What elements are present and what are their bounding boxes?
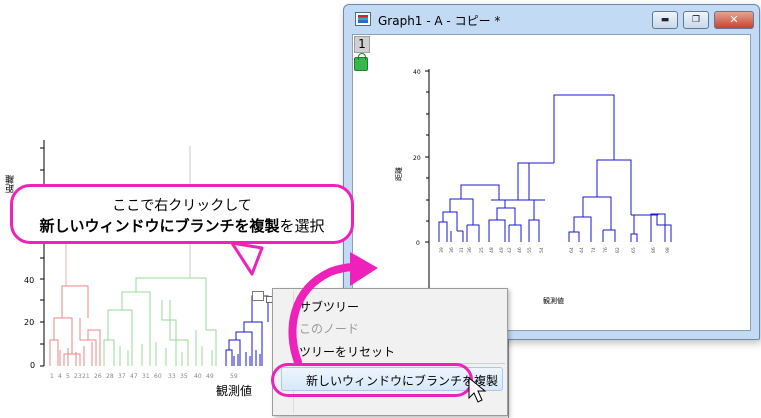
svg-text:42: 42 — [507, 247, 513, 253]
screen: 40 20 0 1 4 5 23 21 26 28 37 47 31 60 33… — [0, 0, 761, 418]
window-titlebar[interactable]: Graph1 - A - コピー * ▬ ❐ ✕ — [344, 5, 759, 32]
graph-page[interactable]: 40 20 0 距離 観測値 39 36 31 36 25 48 49 42 4… — [352, 34, 751, 331]
bg-leaf-labels: 1 4 5 23 21 26 28 37 47 31 60 33 35 40 4… — [50, 373, 238, 380]
svg-text:46: 46 — [517, 247, 523, 253]
svg-text:47: 47 — [130, 373, 138, 380]
graph-x-axis-label: 観測値 — [543, 296, 564, 305]
graph-tick-0: 0 — [416, 240, 420, 247]
window-title: Graph1 - A - コピー * — [378, 14, 501, 28]
svg-text:25: 25 — [479, 247, 485, 253]
svg-text:86: 86 — [651, 247, 657, 253]
menu-highlight-ellipse — [271, 363, 473, 397]
bg-tick-40: 40 — [24, 276, 34, 285]
svg-text:28: 28 — [106, 373, 114, 380]
svg-text:64: 64 — [569, 247, 575, 253]
svg-text:60: 60 — [154, 373, 162, 380]
callout-text-line1: ここで右クリックして — [112, 198, 252, 214]
graph-y-axis-label: 距離 — [394, 167, 403, 181]
menu-item-subtree[interactable]: サブツリー — [299, 298, 359, 315]
svg-text:54: 54 — [539, 247, 545, 253]
svg-text:48: 48 — [489, 247, 495, 253]
svg-text:4: 4 — [58, 373, 62, 380]
graph-leaf-labels: 39 36 31 36 25 48 49 42 46 55 54 64 44 7… — [439, 247, 671, 253]
graph-app-icon[interactable] — [355, 12, 371, 26]
instruction-callout: ここで右クリックして 新しいウィンドウにブランチを複製を選択 — [10, 184, 354, 244]
bg-blue-cluster — [225, 295, 269, 366]
svg-text:26: 26 — [94, 373, 102, 380]
svg-text:31: 31 — [459, 247, 465, 253]
svg-text:49: 49 — [206, 373, 214, 380]
svg-text:82: 82 — [615, 247, 621, 253]
menu-item-reset-tree[interactable]: ツリーをリセット — [299, 343, 395, 360]
close-button[interactable]: ✕ — [714, 11, 754, 29]
svg-text:31: 31 — [142, 373, 150, 380]
bg-tick-0: 0 — [30, 361, 35, 370]
graph-dendrogram-lines — [438, 94, 672, 242]
svg-text:76: 76 — [603, 247, 609, 253]
svg-text:36: 36 — [449, 247, 455, 253]
svg-text:1: 1 — [50, 373, 54, 380]
svg-text:40: 40 — [194, 373, 202, 380]
svg-text:59: 59 — [230, 373, 238, 380]
layer-1-button[interactable]: 1 — [354, 36, 370, 53]
svg-text:39: 39 — [439, 247, 445, 253]
svg-text:21: 21 — [82, 373, 90, 380]
callout-rest-text: を選択 — [279, 217, 325, 235]
svg-text:23: 23 — [74, 373, 82, 380]
graph-y-axis — [425, 69, 430, 290]
bg-red-cluster — [49, 285, 101, 366]
bg-green-cluster — [103, 277, 217, 366]
background-x-axis-label: 観測値 — [216, 384, 253, 398]
copied-dendrogram: 40 20 0 距離 観測値 39 36 31 36 25 48 49 42 4… — [394, 69, 672, 305]
menu-item-this-node[interactable]: このノード — [299, 320, 359, 337]
svg-text:37: 37 — [118, 373, 126, 380]
minimize-button[interactable]: ▬ — [652, 11, 678, 29]
svg-text:98: 98 — [665, 247, 671, 253]
callout-bold-text: 新しいウィンドウにブランチを複製 — [39, 217, 280, 235]
graph-tick-40: 40 — [413, 69, 421, 76]
background-y-axis — [40, 140, 45, 367]
svg-text:44: 44 — [579, 247, 585, 253]
svg-text:74: 74 — [591, 247, 597, 253]
svg-text:36: 36 — [467, 247, 473, 253]
svg-text:33: 33 — [168, 373, 176, 380]
maximize-button[interactable]: ❐ — [683, 11, 709, 29]
svg-text:49: 49 — [499, 247, 505, 253]
svg-text:55: 55 — [527, 247, 533, 253]
svg-text:35: 35 — [180, 373, 188, 380]
graph-tick-20: 20 — [413, 155, 421, 162]
svg-text:65: 65 — [631, 247, 637, 253]
dendrogram-node-handle[interactable] — [252, 291, 264, 301]
right-panel — [508, 340, 761, 418]
svg-text:5: 5 — [66, 373, 70, 380]
callout-text-line2: 新しいウィンドウにブランチを複製を選択 — [13, 215, 351, 236]
bg-tick-20: 20 — [24, 318, 34, 327]
lock-icon[interactable] — [354, 53, 368, 71]
